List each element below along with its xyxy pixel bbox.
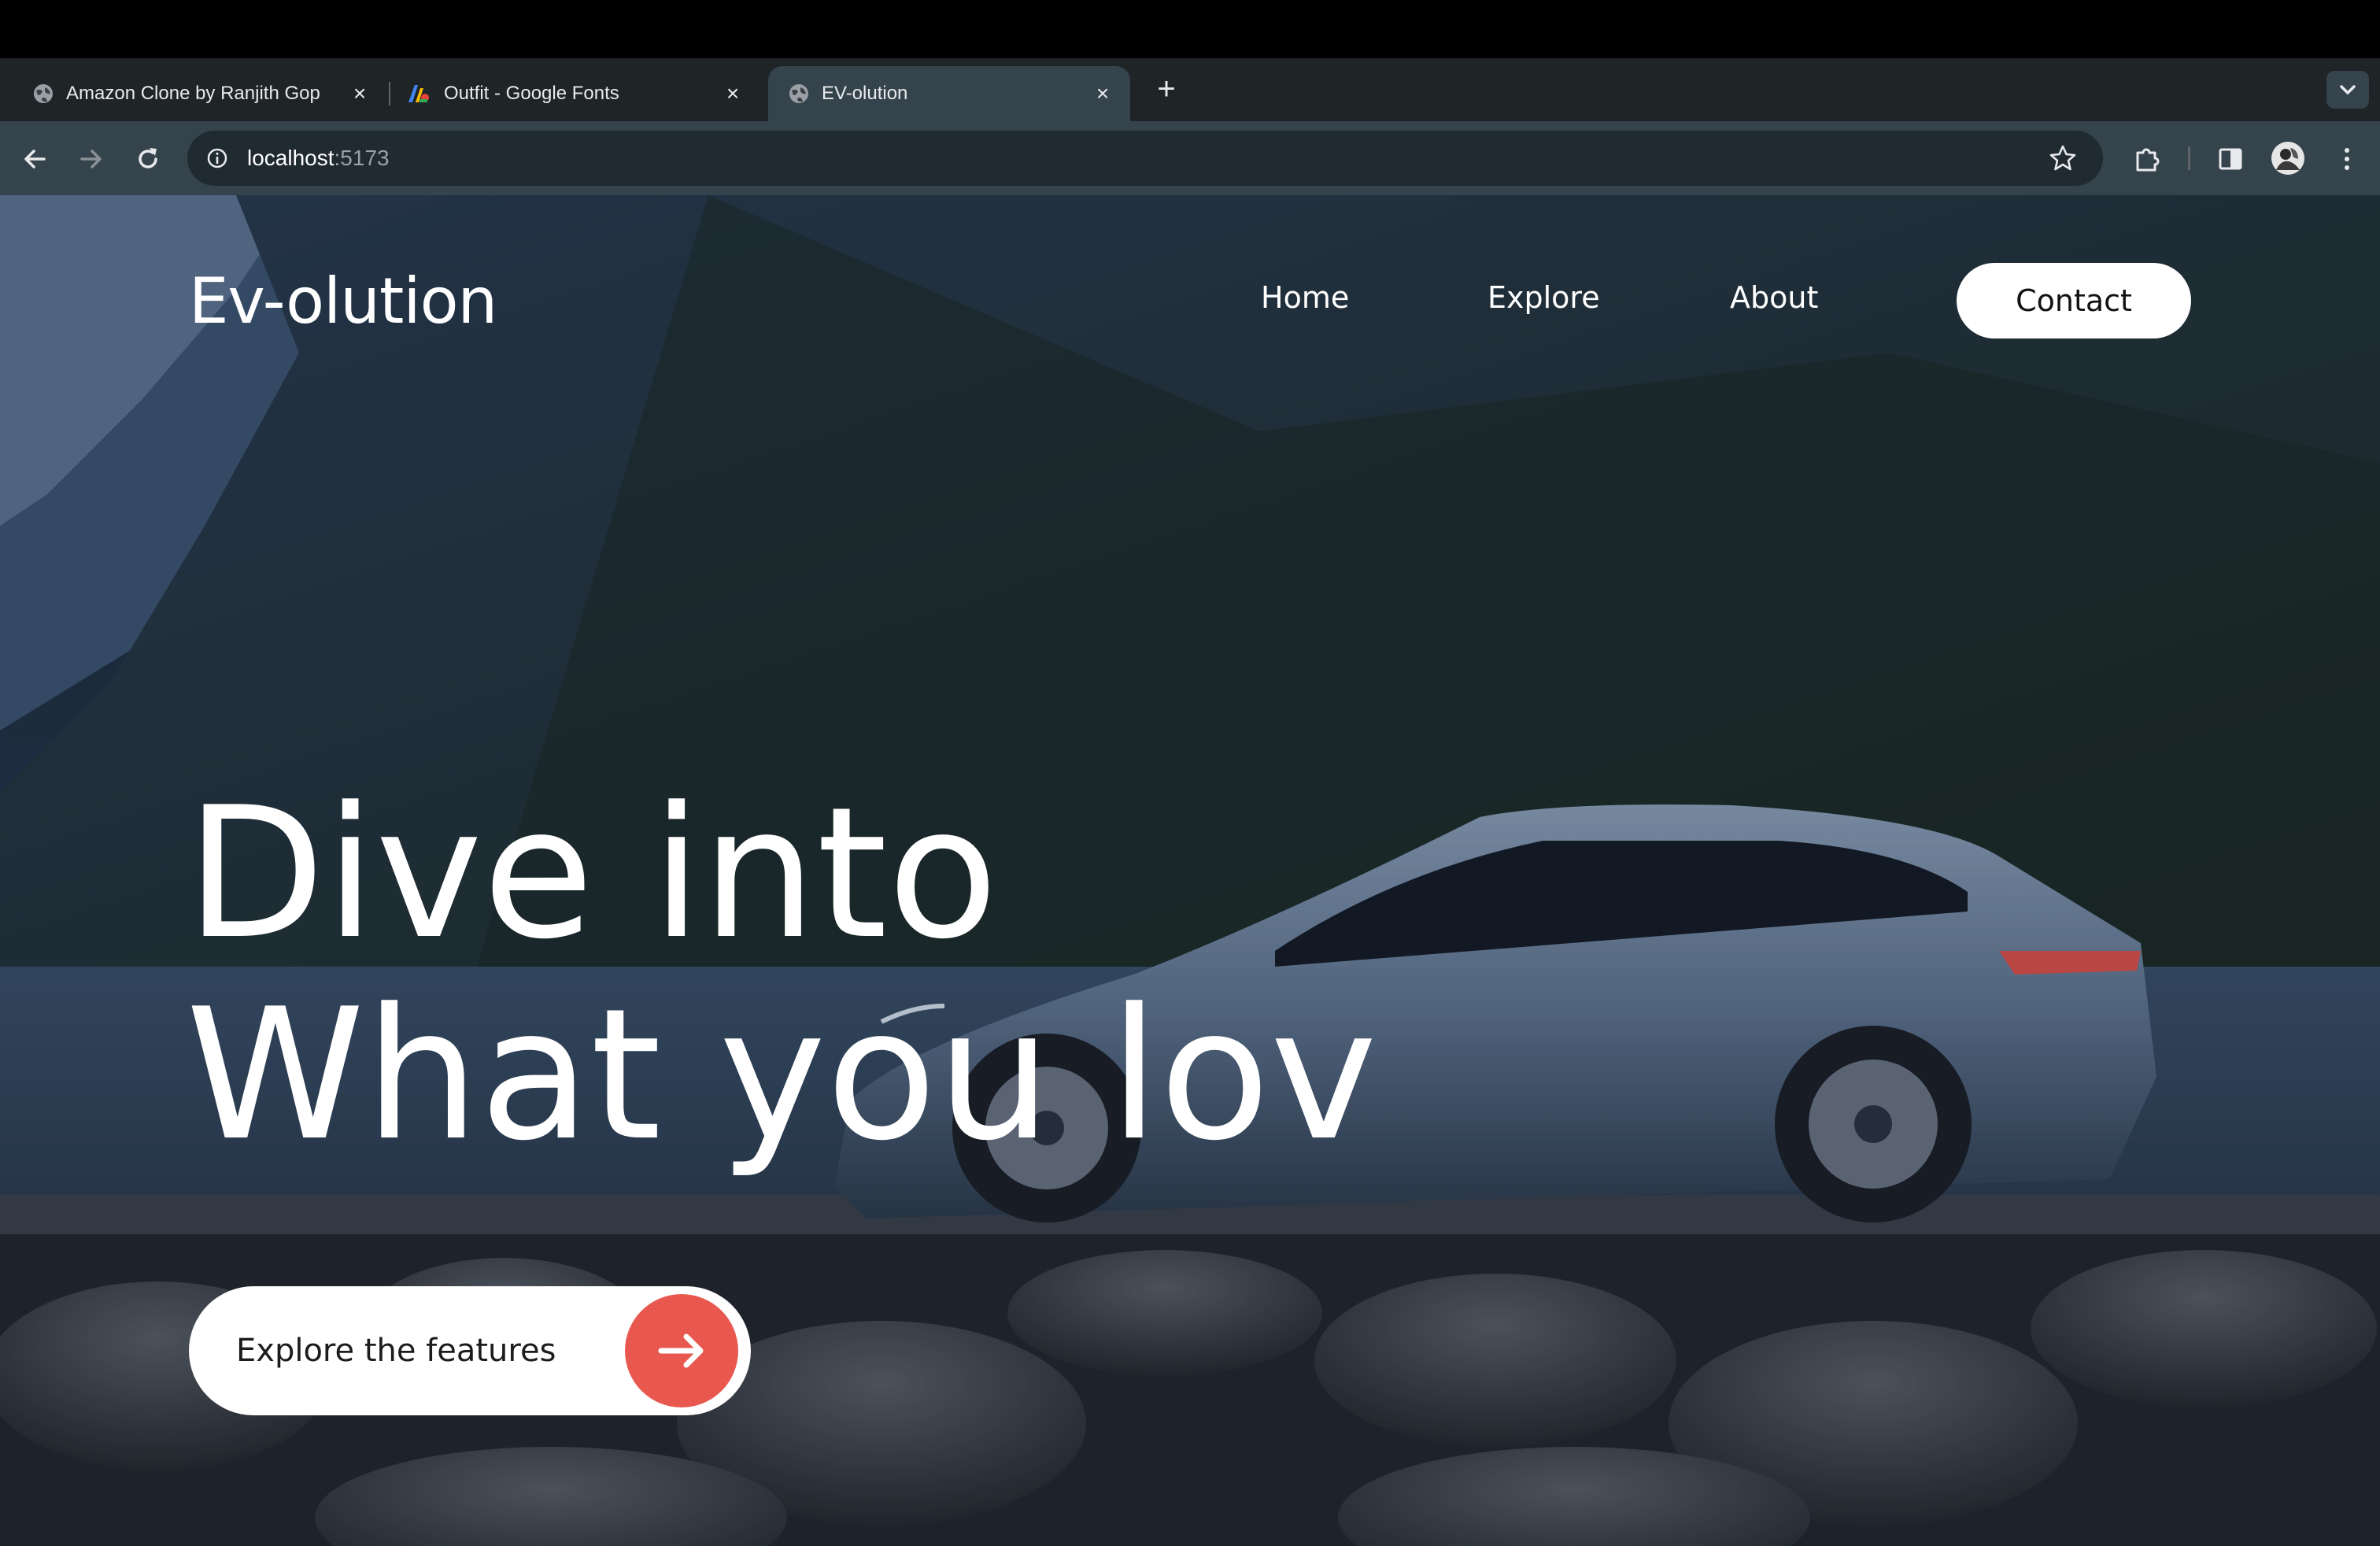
- menu-bar: [0, 0, 2380, 58]
- page-viewport: Ev-olution Home Explore About Contact Di…: [0, 195, 2380, 1546]
- browser-toolbar: localhost:5173: [0, 121, 2380, 195]
- reload-icon[interactable]: [131, 142, 165, 176]
- globe-icon: [34, 84, 53, 103]
- tab-amazon-clone[interactable]: Amazon Clone by Ranjith Gop ×: [13, 66, 382, 121]
- tab-title: Amazon Clone by Ranjith Gop: [66, 83, 320, 104]
- hero-headline-line-2: What you lov: [186, 971, 1377, 1181]
- address-bar[interactable]: localhost:5173: [187, 131, 2103, 186]
- nav-home[interactable]: Home: [1261, 280, 1349, 315]
- google-fonts-icon: [408, 85, 429, 102]
- close-tab-icon[interactable]: ×: [719, 80, 746, 107]
- close-tab-icon[interactable]: ×: [1089, 80, 1116, 107]
- site-logo[interactable]: Ev-olution: [189, 264, 497, 338]
- menu-dots-icon[interactable]: [2330, 142, 2364, 176]
- nav-explore[interactable]: Explore: [1488, 280, 1600, 315]
- forward-icon[interactable]: [74, 142, 109, 176]
- extensions-icon[interactable]: [2130, 142, 2164, 176]
- tab-strip: Amazon Clone by Ranjith Gop × Outfit - G…: [0, 58, 2380, 121]
- back-icon[interactable]: [17, 142, 52, 176]
- url-host: localhost: [247, 146, 334, 170]
- tab-ev-olution[interactable]: EV-olution ×: [768, 66, 1130, 121]
- tab-search-button[interactable]: [2326, 71, 2369, 109]
- url-port: :5173: [334, 146, 390, 170]
- contact-button[interactable]: Contact: [1957, 263, 2191, 338]
- nav-about[interactable]: About: [1730, 280, 1818, 315]
- hero-headline-line-1: Dive into: [186, 769, 999, 979]
- cta-label: Explore the features: [236, 1333, 556, 1369]
- url-text[interactable]: localhost:5173: [247, 131, 390, 186]
- globe-icon: [789, 84, 808, 103]
- close-tab-icon[interactable]: ×: [346, 80, 373, 107]
- arrow-right-icon: [658, 1333, 704, 1368]
- bookmark-star-icon[interactable]: [2048, 143, 2078, 173]
- tab-google-fonts[interactable]: Outfit - Google Fonts ×: [386, 66, 756, 121]
- toolbar-divider: [2188, 146, 2190, 170]
- site-info-icon[interactable]: [206, 147, 228, 169]
- screen: Amazon Clone by Ranjith Gop × Outfit - G…: [0, 0, 2380, 1546]
- cta-arrow-button[interactable]: [625, 1294, 738, 1407]
- explore-features-button[interactable]: Explore the features: [189, 1286, 751, 1415]
- tab-title: Outfit - Google Fonts: [444, 83, 619, 104]
- chevron-down-icon: [2340, 85, 2356, 94]
- new-tab-button[interactable]: +: [1151, 73, 1182, 105]
- tab-title: EV-olution: [822, 83, 908, 104]
- side-panel-icon[interactable]: [2213, 142, 2248, 176]
- profile-avatar[interactable]: [2270, 140, 2306, 176]
